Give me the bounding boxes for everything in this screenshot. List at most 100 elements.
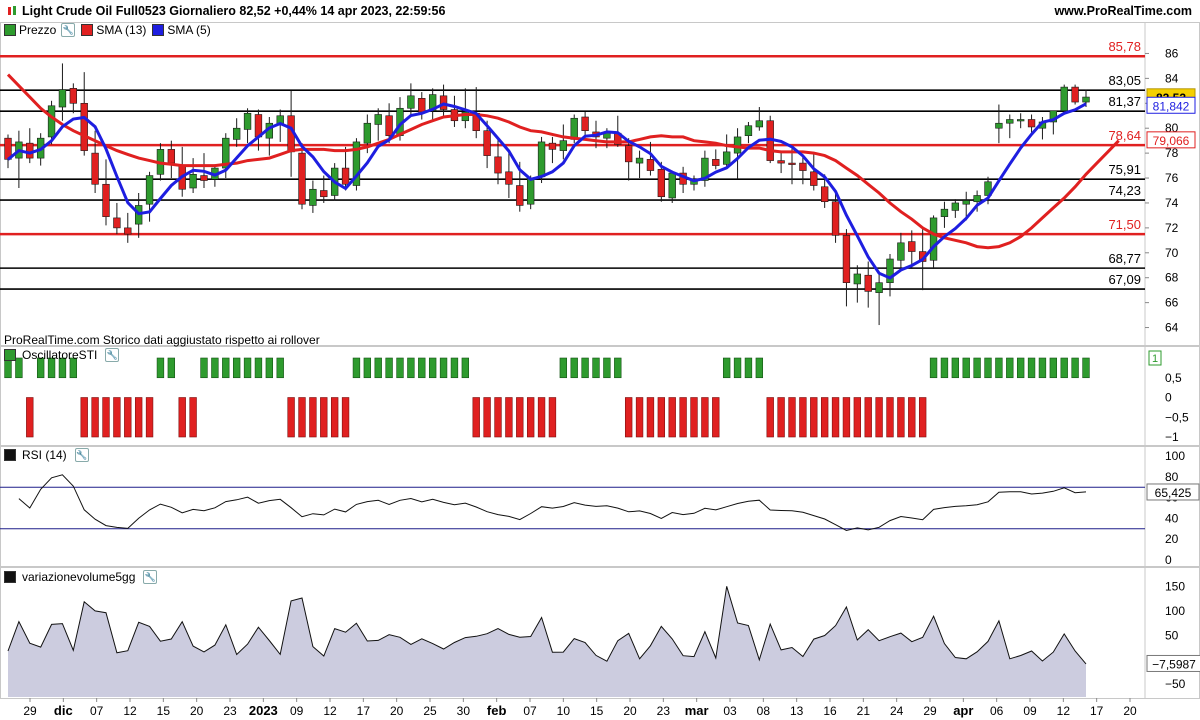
candle-body[interactable] xyxy=(232,127,241,140)
candle-body[interactable] xyxy=(200,175,208,181)
sti-bar xyxy=(820,397,829,438)
candle-body[interactable] xyxy=(635,157,644,164)
candle-body[interactable] xyxy=(537,141,546,178)
candle-body[interactable] xyxy=(483,130,491,156)
candle-body[interactable] xyxy=(973,195,981,203)
candle-body[interactable] xyxy=(1006,119,1014,124)
wrench-icon[interactable]: 🔧 xyxy=(105,348,120,362)
candle-body[interactable] xyxy=(929,217,938,261)
candle-body[interactable] xyxy=(722,151,731,165)
x-tick-label: 23 xyxy=(223,704,237,718)
candle-body[interactable] xyxy=(363,122,372,144)
candle-body[interactable] xyxy=(374,114,382,125)
candle-body[interactable] xyxy=(624,145,633,163)
candle-body[interactable] xyxy=(505,171,513,185)
y-tick-label: 40 xyxy=(1165,511,1179,525)
sti-bar xyxy=(1071,357,1079,379)
candle-body[interactable] xyxy=(755,120,764,128)
level-label: 75,91 xyxy=(1108,162,1141,177)
candle-body[interactable] xyxy=(1060,86,1068,112)
candle-body[interactable] xyxy=(516,185,524,206)
candle-body[interactable] xyxy=(494,156,502,174)
candle-body[interactable] xyxy=(951,202,960,211)
candle-body[interactable] xyxy=(995,122,1003,129)
candle-body[interactable] xyxy=(385,115,393,136)
candle-body[interactable] xyxy=(80,102,88,151)
y-tick-label: 70 xyxy=(1165,246,1179,260)
candle-body[interactable] xyxy=(309,188,317,206)
candle-body[interactable] xyxy=(1016,119,1025,122)
candle-body[interactable] xyxy=(320,190,328,198)
candle-body[interactable] xyxy=(940,208,949,217)
x-tick-label: 25 xyxy=(423,704,437,718)
candle-body[interactable] xyxy=(407,95,415,109)
candle-body[interactable] xyxy=(548,142,557,150)
candle-body[interactable] xyxy=(864,274,872,292)
candle-body[interactable] xyxy=(418,98,426,113)
candle-body[interactable] xyxy=(897,242,905,261)
chart-canvas[interactable]: 86848280787674727068666485,7883,0581,377… xyxy=(0,0,1200,720)
candle-body[interactable] xyxy=(145,175,154,205)
candle-body[interactable] xyxy=(526,177,535,205)
sti-bar xyxy=(265,357,274,379)
rsi-line[interactable] xyxy=(18,474,1087,532)
candle-body[interactable] xyxy=(668,172,676,199)
candle-body[interactable] xyxy=(341,167,350,185)
candle-body[interactable] xyxy=(842,235,851,283)
candle-body[interactable] xyxy=(908,241,916,252)
candle-body[interactable] xyxy=(788,162,796,165)
candle-body[interactable] xyxy=(47,105,56,138)
sti-bar xyxy=(831,397,840,438)
candle-body[interactable] xyxy=(58,89,67,108)
candle-body[interactable] xyxy=(733,136,742,154)
candle-body[interactable] xyxy=(298,152,306,205)
sti-bar xyxy=(537,397,546,438)
legend-item-sma13[interactable]: SMA (13) xyxy=(81,23,146,37)
candle-body[interactable] xyxy=(799,162,807,171)
vol-legend[interactable]: variazionevolume5gg 🔧 xyxy=(4,570,158,584)
candle-body[interactable] xyxy=(243,112,252,130)
candle-body[interactable] xyxy=(875,282,883,293)
wrench-icon[interactable]: 🔧 xyxy=(61,23,76,37)
candle-body[interactable] xyxy=(1082,96,1090,103)
candle-body[interactable] xyxy=(1071,86,1079,103)
x-tick-label: 13 xyxy=(790,704,804,718)
wrench-icon[interactable]: 🔧 xyxy=(143,570,158,584)
wrench-icon[interactable]: 🔧 xyxy=(74,448,89,462)
sti-bar xyxy=(722,357,731,379)
sti-bar xyxy=(102,397,110,438)
candle-body[interactable] xyxy=(777,160,785,164)
x-tick-label: 06 xyxy=(990,704,1004,718)
x-tick-label: 12 xyxy=(323,704,337,718)
candle-body[interactable] xyxy=(581,116,589,132)
candle-body[interactable] xyxy=(26,142,34,159)
level-label: 68,77 xyxy=(1108,251,1141,266)
candle-body[interactable] xyxy=(820,186,829,203)
candle-body[interactable] xyxy=(657,169,666,198)
candle-body[interactable] xyxy=(744,125,753,136)
candle-body[interactable] xyxy=(712,159,720,166)
sti-bar xyxy=(1049,357,1058,379)
x-tick-label: 16 xyxy=(823,704,837,718)
sti-legend[interactable]: OscillatoreSTI 🔧 xyxy=(4,348,120,362)
candle-body[interactable] xyxy=(69,88,78,104)
candle-body[interactable] xyxy=(962,200,970,205)
candle-body[interactable] xyxy=(91,152,99,185)
candle-body[interactable] xyxy=(559,140,568,151)
candle-body[interactable] xyxy=(810,171,818,186)
candle-body[interactable] xyxy=(102,183,110,217)
candle-body[interactable] xyxy=(831,201,840,236)
candle-body[interactable] xyxy=(853,273,862,285)
candle-body[interactable] xyxy=(646,159,655,171)
candle-body[interactable] xyxy=(113,217,121,229)
legend-item-price[interactable]: Prezzo 🔧 xyxy=(4,23,76,37)
candle-body[interactable] xyxy=(570,117,578,140)
rsi-legend[interactable]: RSI (14) 🔧 xyxy=(4,448,89,462)
candle-body[interactable] xyxy=(1027,119,1036,128)
candle-body[interactable] xyxy=(124,227,132,235)
level-label: 71,50 xyxy=(1108,217,1141,232)
candle-body[interactable] xyxy=(167,149,176,164)
legend-item-sma5[interactable]: SMA (5) xyxy=(152,23,211,37)
level-label: 85,78 xyxy=(1108,39,1141,54)
candle-body[interactable] xyxy=(189,174,197,189)
